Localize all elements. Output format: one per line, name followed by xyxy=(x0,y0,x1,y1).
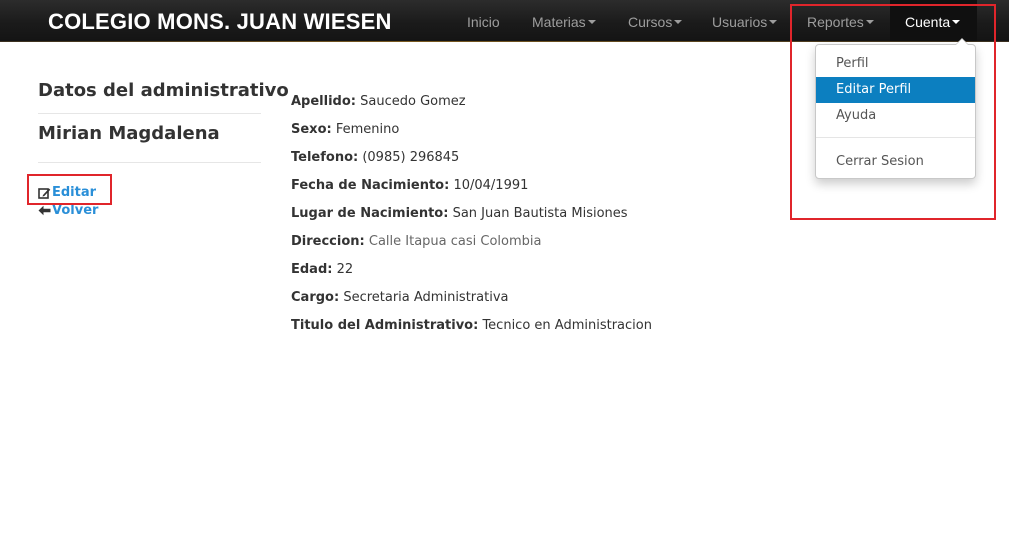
detail-value: (0985) 296845 xyxy=(362,150,460,165)
detail-fecha-nacimiento: Fecha de Nacimiento: 10/04/1991 xyxy=(291,178,528,193)
nav-materias[interactable]: Materias xyxy=(532,0,596,42)
annotation-box-menu xyxy=(790,4,996,220)
back-link-label: Volver xyxy=(52,203,99,218)
detail-lugar-nacimiento: Lugar de Nacimiento: San Juan Bautista M… xyxy=(291,206,628,221)
detail-edad: Edad: 22 xyxy=(291,262,353,277)
detail-label: Sexo: xyxy=(291,122,332,137)
detail-direccion: Direccion: Calle Itapua casi Colombia xyxy=(291,234,541,249)
nav-usuarios-label: Usuarios xyxy=(712,14,768,30)
nav-cursos[interactable]: Cursos xyxy=(628,0,683,42)
detail-label: Fecha de Nacimiento: xyxy=(291,178,450,193)
nav-inicio[interactable]: Inicio xyxy=(467,0,500,42)
detail-value: Calle Itapua casi Colombia xyxy=(368,234,542,249)
detail-label: Edad: xyxy=(291,262,333,277)
nav-materias-label: Materias xyxy=(532,14,586,30)
divider xyxy=(38,113,261,114)
detail-value: Secretaria Administrativa xyxy=(343,290,509,305)
nav-usuarios[interactable]: Usuarios xyxy=(712,0,778,42)
person-name: Mirian Magdalena xyxy=(38,123,220,144)
detail-value: 22 xyxy=(336,262,354,277)
annotation-box-edit xyxy=(27,174,112,205)
caret-down-icon xyxy=(587,20,596,25)
detail-label: Direccion: xyxy=(291,234,365,249)
detail-label: Titulo del Administrativo: xyxy=(291,318,479,333)
divider xyxy=(38,162,261,163)
detail-label: Lugar de Nacimiento: xyxy=(291,206,449,221)
detail-value: Tecnico en Administracion xyxy=(482,318,652,333)
brand-title[interactable]: COLEGIO MONS. JUAN WIESEN xyxy=(48,9,392,35)
section-title: Datos del administrativo xyxy=(38,80,289,101)
back-link[interactable]: Volver xyxy=(38,203,98,218)
arrow-left-icon xyxy=(38,205,51,216)
detail-label: Telefono: xyxy=(291,150,359,165)
nav-cursos-label: Cursos xyxy=(628,14,673,30)
detail-value: Saucedo Gomez xyxy=(360,94,466,109)
caret-down-icon xyxy=(769,20,778,25)
detail-telefono: Telefono: (0985) 296845 xyxy=(291,150,459,165)
detail-titulo: Titulo del Administrativo: Tecnico en Ad… xyxy=(291,318,652,333)
nav-inicio-label: Inicio xyxy=(467,14,500,30)
detail-value: Femenino xyxy=(335,122,400,137)
detail-sexo: Sexo: Femenino xyxy=(291,122,399,137)
detail-value: 10/04/1991 xyxy=(453,178,529,193)
detail-label: Apellido: xyxy=(291,94,356,109)
detail-value: San Juan Bautista Misiones xyxy=(452,206,628,221)
caret-down-icon xyxy=(674,20,683,25)
detail-cargo: Cargo: Secretaria Administrativa xyxy=(291,290,508,305)
detail-label: Cargo: xyxy=(291,290,340,305)
detail-apellido: Apellido: Saucedo Gomez xyxy=(291,94,466,109)
